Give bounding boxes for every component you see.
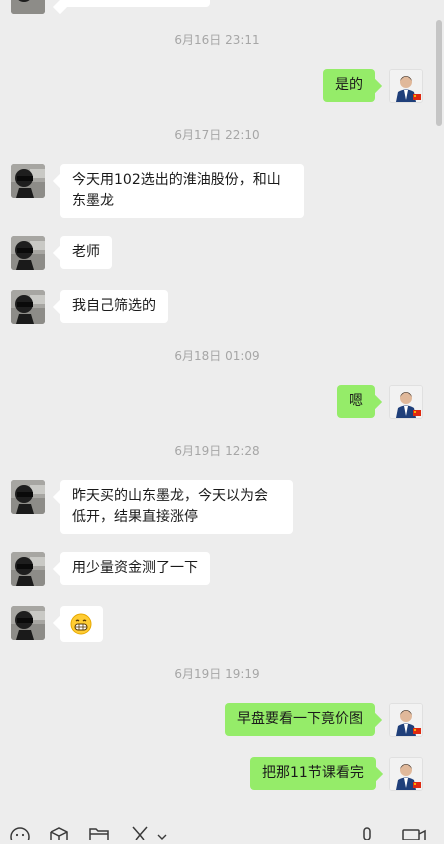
- message-bubble-outgoing[interactable]: 嗯: [337, 385, 375, 418]
- contact-avatar[interactable]: [11, 164, 45, 198]
- dropdown-chevron-icon[interactable]: [157, 830, 167, 844]
- timestamp: 6月17日 22:10: [174, 128, 260, 142]
- scrollbar-thumb[interactable]: [436, 20, 442, 126]
- video-call-icon[interactable]: [401, 826, 427, 840]
- message-bubble-incoming[interactable]: [60, 606, 103, 642]
- input-toolbar: [0, 816, 444, 840]
- message-bubble-outgoing[interactable]: 把那11节课看完: [250, 757, 376, 790]
- voice-icon[interactable]: [360, 826, 374, 840]
- folder-icon[interactable]: [88, 826, 110, 840]
- message-bubble-incoming[interactable]: 今天用102选出的淮油股份，和山东墨龙: [60, 164, 304, 218]
- chat-history[interactable]: 6月16日 23:11 是的 6月17日 22:10 今天用102选出的淮油股份…: [0, 0, 444, 840]
- contact-avatar[interactable]: [11, 0, 45, 14]
- message-bubble-incoming[interactable]: 用少量资金测了一下: [60, 552, 210, 585]
- message-bubble-incoming[interactable]: 我自己筛选的: [60, 290, 168, 323]
- self-avatar[interactable]: [389, 69, 423, 103]
- self-avatar[interactable]: [389, 703, 423, 737]
- timestamp: 6月19日 12:28: [174, 444, 260, 458]
- self-avatar[interactable]: [389, 385, 423, 419]
- emoji-icon[interactable]: [9, 826, 31, 840]
- timestamp: 6月18日 01:09: [174, 349, 260, 363]
- screenshot-icon[interactable]: [130, 826, 150, 840]
- contact-avatar[interactable]: [11, 236, 45, 270]
- message-bubble-previous[interactable]: [60, 0, 210, 7]
- timestamp: 6月19日 19:19: [174, 667, 260, 681]
- message-bubble-incoming[interactable]: 昨天买的山东墨龙，今天以为会低开，结果直接涨停: [60, 480, 293, 534]
- message-bubble-incoming[interactable]: 老师: [60, 236, 112, 269]
- contact-avatar[interactable]: [11, 290, 45, 324]
- favorites-icon[interactable]: [49, 826, 69, 840]
- contact-avatar[interactable]: [11, 606, 45, 640]
- timestamp: 6月16日 23:11: [174, 33, 260, 47]
- message-bubble-outgoing[interactable]: 是的: [323, 69, 375, 102]
- grinning-face-emoji-icon: [70, 613, 92, 635]
- message-bubble-outgoing[interactable]: 早盘要看一下竟价图: [225, 703, 375, 736]
- contact-avatar[interactable]: [11, 480, 45, 514]
- self-avatar[interactable]: [389, 757, 423, 791]
- contact-avatar[interactable]: [11, 552, 45, 586]
